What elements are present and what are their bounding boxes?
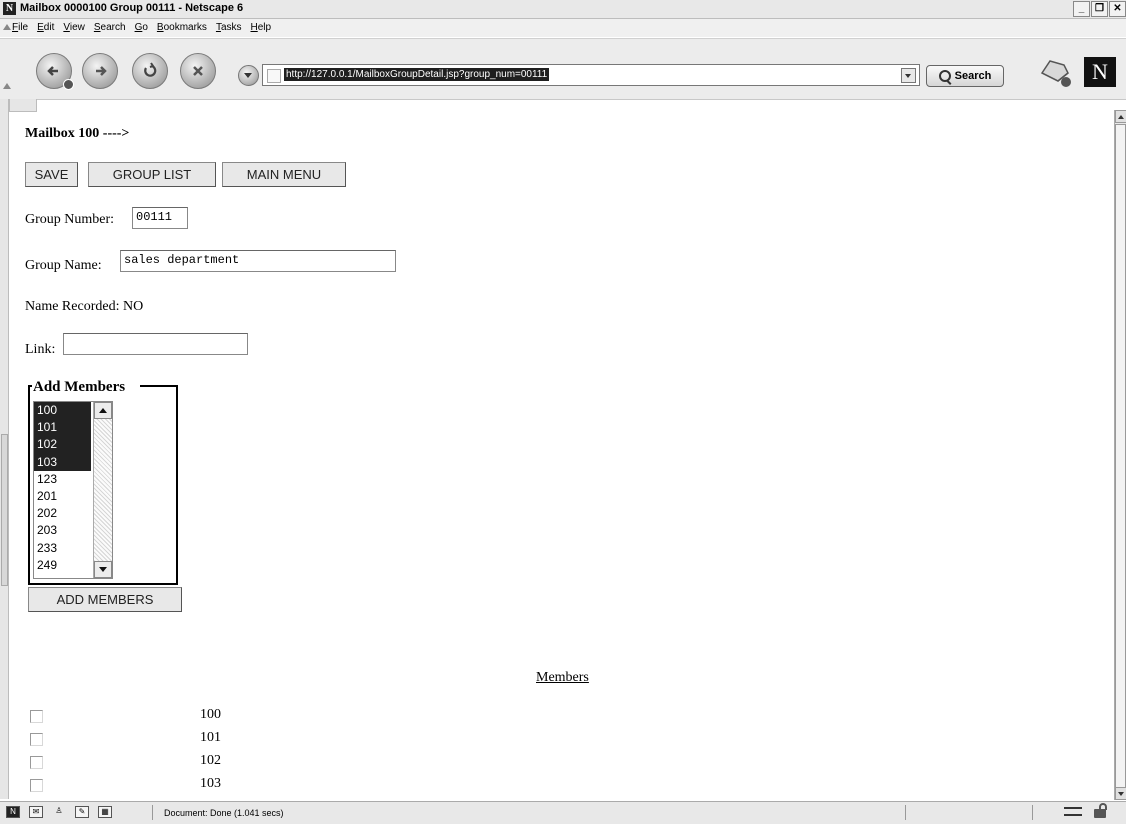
member-checkbox[interactable] [30,779,43,792]
address-book-icon[interactable]: ▦ [98,806,112,818]
mail-icon[interactable]: ✉ [29,806,43,818]
search-button-label: Search [954,70,992,82]
window-title-bar: N Mailbox 0000100 Group 00111 - Netscape… [0,0,1126,19]
name-recorded-text: Name Recorded: NO [25,299,144,314]
link-input[interactable] [63,333,248,355]
url-text[interactable]: http://127.0.0.1/MailboxGroupDetail.jsp?… [284,68,550,81]
link-label: Link: [25,342,56,357]
forward-button[interactable] [82,53,118,89]
listbox-option[interactable]: 233 [34,540,91,557]
listbox-scrollbar[interactable] [93,402,112,578]
toolbar-grip-icon[interactable] [3,24,11,30]
listbox-option[interactable]: 249 [34,557,91,574]
url-history-button[interactable] [238,65,259,86]
members-title: Members [536,670,589,685]
online-status-icon[interactable] [1064,807,1082,816]
menu-bar: File Edit View Search Go Bookmarks Tasks… [0,19,1126,37]
listbox-option[interactable]: 203 [34,522,91,539]
back-history-dropdown-icon[interactable] [63,79,74,90]
reload-button[interactable] [132,53,168,89]
member-row: 103 [25,776,325,798]
navigation-toolbar: http://127.0.0.1/MailboxGroupDetail.jsp?… [0,38,1126,100]
forward-arrow-icon [96,66,107,76]
member-checkbox[interactable] [30,710,43,723]
member-number: 100 [200,707,221,722]
menu-tasks[interactable]: Tasks [216,22,242,33]
member-number: 101 [200,730,221,745]
group-list-button[interactable]: GROUP LIST [88,162,216,187]
url-bar: http://127.0.0.1/MailboxGroupDetail.jsp?… [238,64,920,86]
minimize-button[interactable]: _ [1073,1,1090,17]
search-icon [938,70,951,82]
page-icon [267,69,281,83]
security-lock-icon[interactable] [1094,803,1107,818]
reload-icon [144,62,157,77]
navigator-icon[interactable]: N [6,806,20,818]
menu-view[interactable]: View [63,22,85,33]
page-heading: Mailbox 100 ----> [25,126,130,141]
scroll-thumb[interactable] [1115,124,1126,790]
scroll-down-arrow-icon[interactable] [1115,787,1126,800]
member-number: 102 [200,753,221,768]
back-arrow-icon [47,66,58,76]
toolbar-grip-icon[interactable] [3,83,11,89]
menu-file[interactable]: File [12,22,28,33]
group-number-input[interactable]: 00111 [132,207,188,229]
restore-button[interactable]: ❐ [1091,1,1108,17]
url-input[interactable]: http://127.0.0.1/MailboxGroupDetail.jsp?… [262,64,920,86]
mail-icon[interactable] [1038,57,1074,89]
listbox-option[interactable]: 100 [34,402,91,420]
menu-search[interactable]: Search [94,22,126,33]
netscape-throbber-icon[interactable]: N [1084,57,1116,87]
save-button[interactable]: SAVE [25,162,78,187]
listbox-option[interactable]: 102 [34,436,91,454]
add-members-legend: Add Members [33,379,126,395]
composer-icon[interactable]: ✎ [75,806,89,818]
stop-icon [193,66,203,76]
window-title: Mailbox 0000100 Group 00111 - Netscape 6 [20,2,244,14]
status-bar: N ✉ ♙ ✎ ▦ Document: Done (1.041 secs) [0,801,1126,824]
group-name-label: Group Name: [25,258,102,273]
vertical-scrollbar[interactable] [1114,110,1126,800]
scroll-up-arrow-icon[interactable] [1115,110,1126,123]
listbox-option[interactable]: 201 [34,488,91,505]
listbox-option[interactable]: 202 [34,505,91,522]
menu-bookmarks[interactable]: Bookmarks [157,22,207,33]
sidebar-toggle-handle[interactable] [1,434,8,586]
url-dropdown-icon[interactable] [901,68,916,83]
menu-go[interactable]: Go [135,22,148,33]
menu-help[interactable]: Help [251,22,272,33]
status-text: Document: Done (1.041 secs) [164,808,284,818]
add-members-button[interactable]: ADD MEMBERS [28,587,182,612]
netscape-logo-icon: N [3,2,16,15]
search-button[interactable]: Search [926,65,1004,87]
member-checkbox[interactable] [30,733,43,746]
stop-button[interactable] [180,53,216,89]
add-members-listbox[interactable]: 100 101 102 103 123 201 202 203 233 249 [33,401,113,579]
group-number-label: Group Number: [25,212,115,227]
member-row: 100 [25,707,325,729]
close-button[interactable]: ✕ [1109,1,1126,17]
menu-list: File Edit View Search Go Bookmarks Tasks… [12,22,280,33]
listbox-option[interactable]: 101 [34,419,91,437]
member-row: 101 [25,730,325,752]
member-checkbox[interactable] [30,756,43,769]
group-name-input[interactable]: sales department [120,250,396,272]
listbox-scroll-down-icon[interactable] [94,561,112,578]
member-row: 102 [25,753,325,775]
menu-edit[interactable]: Edit [37,22,54,33]
listbox-option[interactable]: 103 [34,453,91,471]
member-number: 103 [200,776,221,791]
instant-messenger-icon[interactable]: ♙ [52,806,66,818]
listbox-scroll-up-icon[interactable] [94,402,112,419]
sidebar-strip [0,99,9,799]
listbox-option[interactable]: 123 [34,471,91,488]
page-content: Mailbox 100 ----> SAVE GROUP LIST MAIN M… [25,111,1110,801]
main-menu-button[interactable]: MAIN MENU [222,162,346,187]
